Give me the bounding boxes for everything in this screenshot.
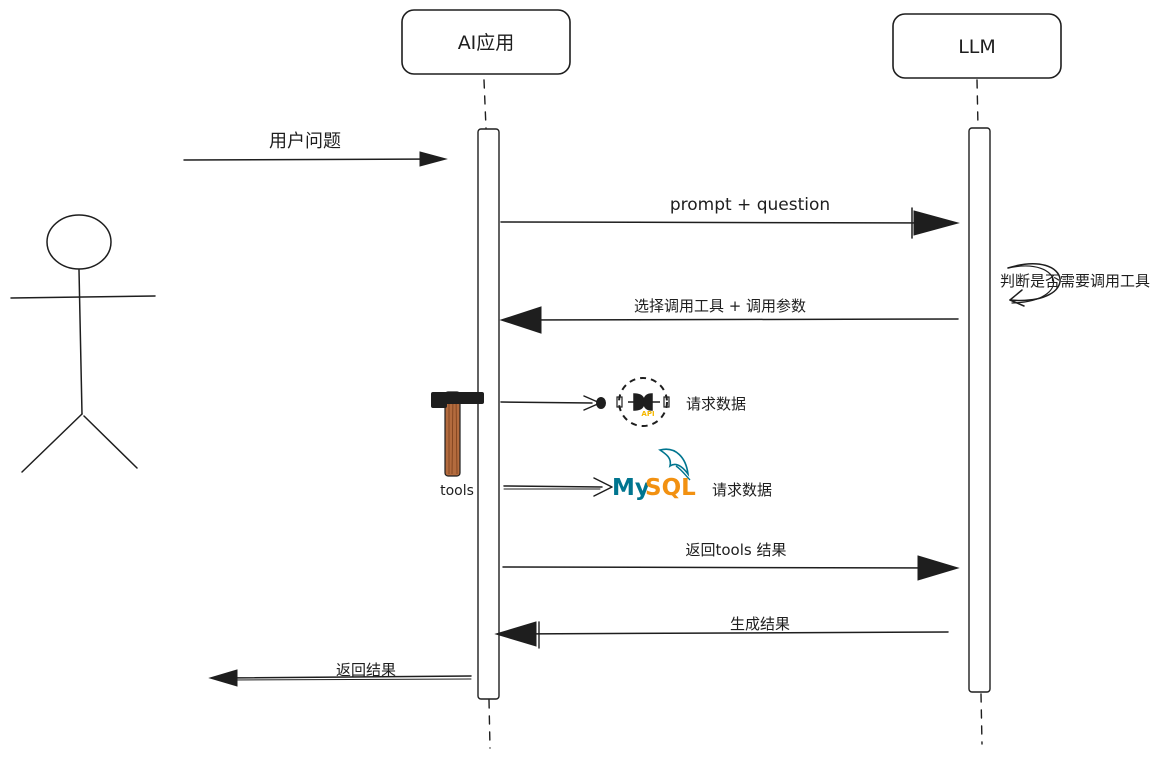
diagram-canvas: AI应用 LLM 用户问题 prompt + question 判断是否需要调用…	[10, 9, 1150, 749]
request-mysql-label: 请求数据	[712, 481, 772, 499]
generate-result-label: 生成结果	[730, 615, 790, 633]
return-result-label: 返回结果	[336, 661, 396, 679]
user-question-label: 用户问题	[269, 131, 341, 152]
request-api-label: 请求数据	[686, 395, 746, 413]
api-gear-icon: API	[616, 377, 670, 427]
participant-llm: LLM	[892, 13, 1062, 79]
llm-label: LLM	[958, 36, 996, 58]
llm-decide-label: 判断是否需要调用工具	[1000, 272, 1150, 290]
llm-activation-bar	[968, 127, 991, 693]
arrowhead-left	[208, 669, 238, 687]
arrowhead-right	[419, 151, 448, 167]
message-request-api	[500, 395, 606, 411]
message-llm-decide: 判断是否需要调用工具	[1000, 263, 1150, 307]
ai-app-label: AI应用	[458, 32, 515, 54]
hammer-icon	[431, 391, 484, 477]
mysql-logo-icon: My SQL	[612, 448, 696, 501]
llm-lifeline	[976, 79, 983, 745]
participant-ai-app: AI应用	[401, 9, 571, 75]
api-badge: API	[641, 410, 654, 418]
message-return-tools: 返回tools 结果	[502, 541, 960, 581]
message-select-tool: 选择调用工具 + 调用参数	[499, 297, 959, 334]
arrowhead-right	[913, 210, 960, 236]
message-user-question: 用户问题	[183, 131, 448, 167]
message-prompt-question: prompt + question	[500, 195, 960, 239]
return-tools-label: 返回tools 结果	[686, 541, 787, 559]
prompt-question-label: prompt + question	[670, 195, 830, 215]
ai-app-activation-bar	[477, 128, 500, 700]
arrowhead-left	[499, 306, 542, 334]
message-generate-result: 生成结果	[494, 615, 949, 649]
message-request-mysql	[503, 477, 613, 497]
tools-label: tools	[440, 483, 474, 499]
sequence-diagram: AI应用 LLM 用户问题 prompt + question 判断是否需要调用…	[0, 0, 1165, 764]
mysql-logo-sql: SQL	[645, 475, 696, 501]
arrowhead-right	[917, 555, 960, 581]
message-return-result: 返回结果	[208, 661, 472, 687]
user-actor-icon	[10, 214, 156, 473]
ai-app-lifeline	[483, 79, 491, 749]
arrowhead-left	[494, 621, 537, 647]
select-tool-label: 选择调用工具 + 调用参数	[634, 297, 806, 315]
